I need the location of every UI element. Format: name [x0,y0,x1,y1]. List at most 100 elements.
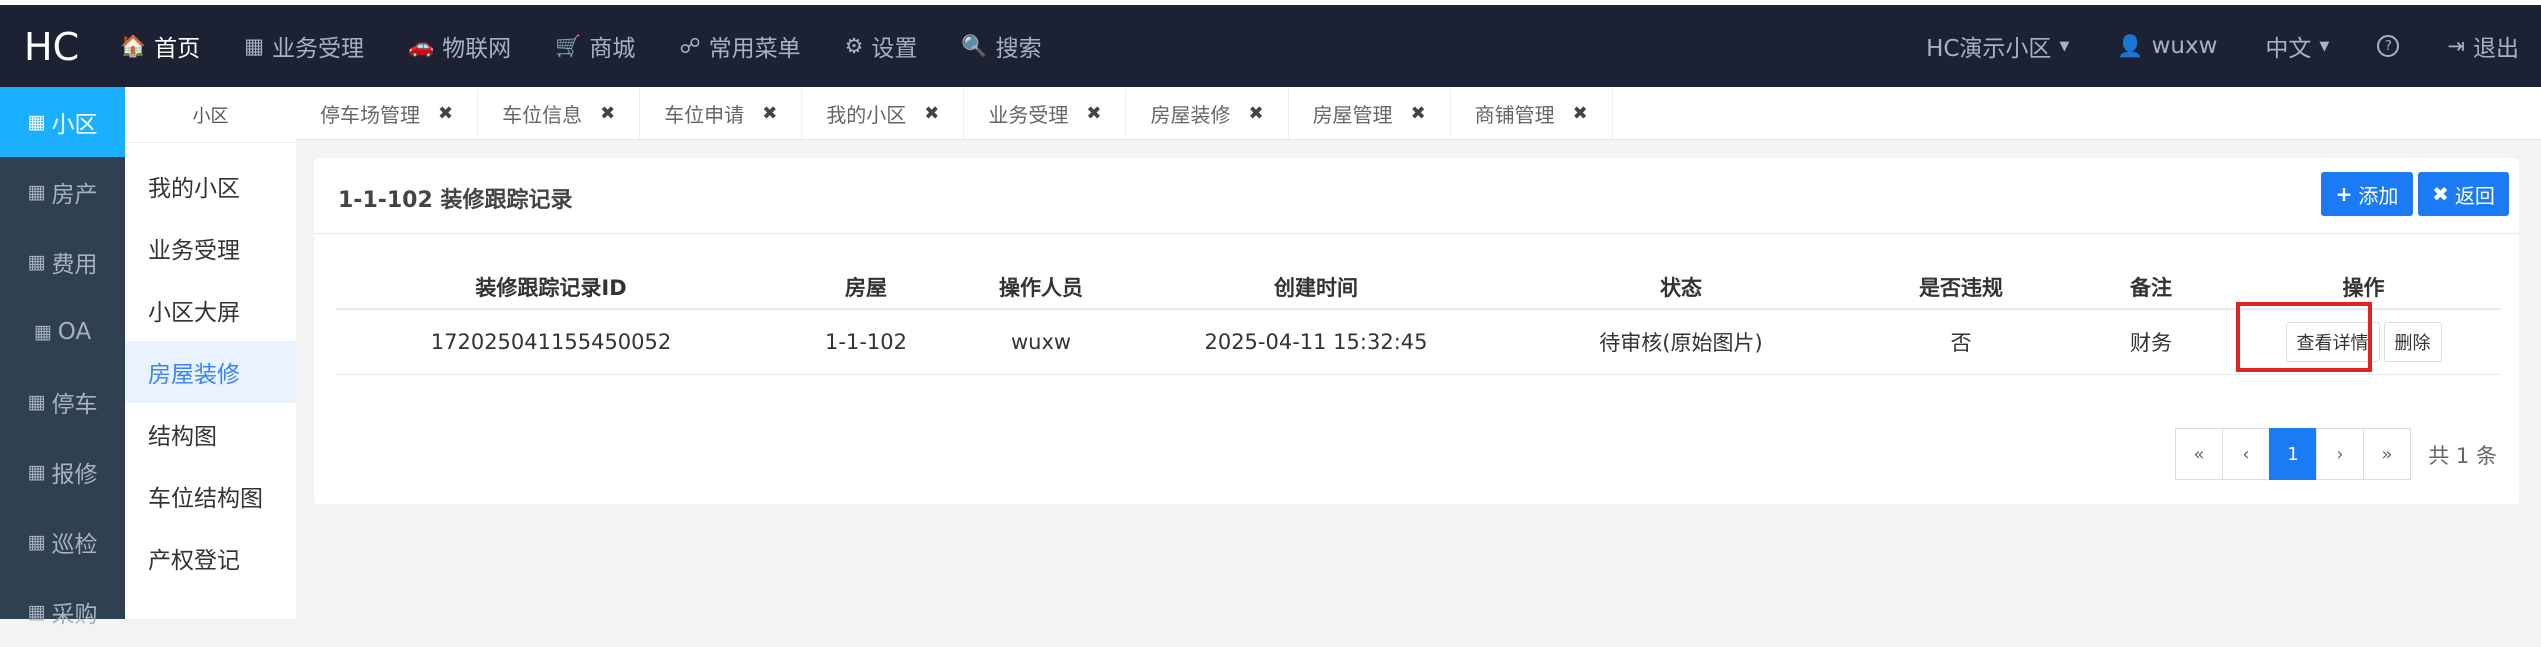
close-icon[interactable]: ✖ [1573,103,1588,124]
tab-parking-apply[interactable]: 车位申请 ✖ [640,87,803,139]
back-button[interactable]: ✖ 返回 [2418,172,2509,216]
tab-business[interactable]: 业务受理 ✖ [964,87,1127,139]
nav-settings[interactable]: ⚙ 设置 [845,29,918,63]
community-dropdown[interactable]: HC演示小区 ▼ [1926,29,2069,63]
language-dropdown[interactable]: 中文 ▼ [2265,29,2329,63]
nav-label: 设置 [871,36,918,62]
violation: 否 [1950,331,1972,355]
nav-label: 商城 [589,36,636,62]
sidebar-item-community[interactable]: ▦ 小区 [0,87,125,157]
view-details-button[interactable]: 查看详情 [2285,322,2380,362]
sidebar-item-label: 小区 [51,112,98,138]
sidebar-item-oa[interactable]: ▦ OA [0,297,125,367]
grid-icon: ▦ [27,111,46,133]
sidebar-item-label: 费用 [51,252,98,278]
logout-label: 退出 [2473,36,2519,62]
help-button[interactable]: ? [2377,35,2400,57]
cart-icon: 🛒 [555,33,582,58]
close-icon[interactable]: ✖ [1248,103,1263,124]
tab-parking-lot[interactable]: 停车场管理 ✖ [296,87,479,139]
column-header: 创建时间 [1274,276,1358,300]
grid-icon: ▦ [27,391,46,413]
caret-down-icon: ▼ [2319,38,2330,54]
sub-item-big-screen[interactable]: 小区大屏 [125,279,296,341]
table-header: 装修跟踪记录ID 房屋 操作人员 创建时间 状态 是否违规 备注 操作 [336,266,2501,310]
sub-item-property-registration[interactable]: 产权登记 [125,527,296,589]
close-icon[interactable]: ✖ [600,103,615,124]
car-icon: 🚗 [408,33,435,58]
pagination: « ‹ 1 › » [2175,428,2411,480]
room: 1-1-102 [825,330,907,354]
close-icon[interactable]: ✖ [438,103,453,124]
sidebar-item-purchase[interactable]: ▦ 采购 [0,577,125,647]
gear-icon: ⚙ [844,34,864,58]
nav-common-menu[interactable]: ☍ 常用菜单 [679,29,800,63]
row-actions: 查看详情 删除 [2226,302,2501,372]
plus-icon: + [2335,182,2353,206]
sub-item-renovation[interactable]: 房屋装修 [125,341,296,403]
nav-iot[interactable]: 🚗 物联网 [408,29,511,63]
last-page-button[interactable]: » [2363,428,2411,480]
tab-shop-management[interactable]: 商铺管理 ✖ [1451,87,1613,139]
sub-item-structure[interactable]: 结构图 [125,403,296,465]
add-button[interactable]: + 添加 [2321,172,2413,216]
nav-label: 物联网 [442,36,512,62]
top-navbar: HC 🏠 首页 ▦ 业务受理 🚗 物联网 🛒 商城 ☍ 常用菜单 ⚙ 设置 🔍 … [0,0,2541,87]
nav-home[interactable]: 🏠 首页 [120,29,200,63]
tab-label: 停车场管理 [320,102,420,127]
sidebar-item-inspection[interactable]: ▦ 巡检 [0,507,125,577]
main-sidebar: ▦ 小区 ▦ 房产 ▦ 费用 ▦ OA ▦ 停车 ▦ 报修 ▦ 巡检 ▦ 采购 [0,87,125,628]
operator: wuxw [1010,330,1072,354]
tab-parking-info[interactable]: 车位信息 ✖ [478,87,641,139]
tab-label: 我的小区 [826,102,907,127]
user-menu[interactable]: 👤 wuxw [2117,33,2217,59]
delete-button[interactable]: 删除 [2383,322,2442,362]
column-header: 装修跟踪记录ID [475,276,627,300]
grid-icon: ▦ [27,251,46,273]
sidebar-item-parking[interactable]: ▦ 停车 [0,367,125,437]
nav-business[interactable]: ▦ 业务受理 [244,29,364,63]
tab-room-management[interactable]: 房屋管理 ✖ [1289,87,1451,139]
sidebar-item-repair[interactable]: ▦ 报修 [0,437,125,507]
tab-label: 业务受理 [988,102,1069,127]
sidebar-item-property[interactable]: ▦ 房产 [0,157,125,227]
sitemap-icon: ☍ [679,34,701,58]
user-name: wuxw [2151,33,2218,59]
close-icon[interactable]: ✖ [762,103,777,124]
column-header: 操作 [2342,276,2385,300]
column-header: 房屋 [845,276,887,300]
logout-button[interactable]: ⇥ 退出 [2447,29,2519,63]
next-page-button[interactable]: › [2316,428,2364,480]
close-icon[interactable]: ✖ [924,103,939,124]
tab-my-community[interactable]: 我的小区 ✖ [802,87,965,139]
caret-down-icon: ▼ [2059,38,2070,54]
back-button-label: 返回 [2454,183,2495,208]
grid-icon: ▦ [27,601,46,623]
sub-item-business[interactable]: 业务受理 [125,217,296,279]
sub-item-my-community[interactable]: 我的小区 [125,155,296,217]
question-icon: ? [2377,35,2400,57]
sidebar-item-fee[interactable]: ▦ 费用 [0,227,125,297]
sub-item-parking-structure[interactable]: 车位结构图 [125,465,296,527]
close-icon[interactable]: ✖ [1086,103,1101,124]
nav-search[interactable]: 🔍 搜索 [961,29,1041,63]
grid-icon: ▦ [27,531,46,553]
community-name: HC演示小区 [1926,36,2052,62]
search-icon: 🔍 [961,33,988,58]
first-page-button[interactable]: « [2175,428,2223,480]
record-id: 172025041155450052 [430,330,672,354]
table-row: 172025041155450052 1-1-102 wuxw 2025-04-… [336,302,2501,375]
app-logo[interactable]: HC [24,25,79,69]
close-icon[interactable]: ✖ [1411,103,1426,124]
tab-label: 商铺管理 [1474,102,1555,127]
column-header: 状态 [1660,276,1702,300]
tab-renovation[interactable]: 房屋装修 ✖ [1126,87,1289,139]
remark: 财务 [2130,331,2172,355]
column-header: 备注 [2130,276,2172,300]
nav-mall[interactable]: 🛒 商城 [555,29,635,63]
page-tabs: 停车场管理 ✖ 车位信息 ✖ 车位申请 ✖ 我的小区 ✖ 业务受理 ✖ 房屋装修 ✖ 房屋管… [296,87,2541,140]
prev-page-button[interactable]: ‹ [2222,428,2270,480]
tab-label: 房屋管理 [1312,102,1393,127]
page-button-current[interactable]: 1 [2269,428,2317,480]
sidebar-item-label: OA [57,319,92,345]
